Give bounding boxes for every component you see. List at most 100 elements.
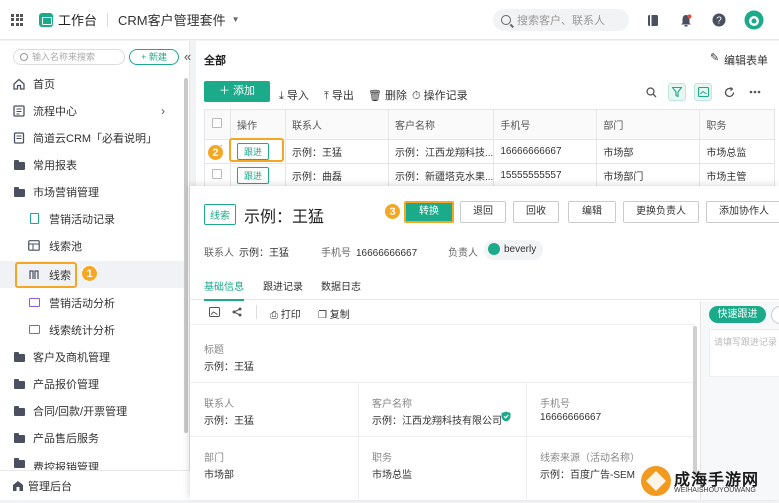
sidebar-item-campaign-records[interactable]: 营销活动记录 [0,205,185,232]
highlight-box [15,262,77,288]
follow-cell: 跟进 [230,163,286,188]
sidebar-item-campaign-analysis[interactable]: 营销活动分析 [0,289,185,316]
edit-button[interactable]: 编辑 [568,201,616,223]
tab-basic-info[interactable]: 基础信息 [204,278,244,301]
sidebar-item-lead-stats[interactable]: 线索统计分析 [0,316,185,343]
folder-icon [13,457,25,469]
sidebar-item-contracts[interactable]: 合同/回款/开票管理 [0,397,185,424]
add-collaborator-button[interactable]: 添加协作人 [706,201,779,223]
quick-follow-button[interactable]: 快速跟进 [709,306,766,323]
sidebar-item-home[interactable]: 首页 [0,70,185,97]
sidebar-item-reports[interactable]: 常用报表 [0,151,185,178]
column-header[interactable]: 客户名称 [387,109,495,140]
chevron-down-icon[interactable]: ▼ [232,15,240,24]
detail-scrollbar[interactable] [693,326,697,476]
app-name[interactable]: CRM客户管理套件 [118,10,226,29]
recycle-button[interactable]: 回收 [513,201,559,223]
meta-label: 联系人 [204,248,234,259]
more-icon[interactable] [746,83,764,101]
workspace-title[interactable]: 工作台 [58,10,97,29]
search-icon[interactable] [642,83,660,101]
column-header[interactable]: 联系人 [285,109,389,140]
divider [256,305,257,319]
sidebar-item-label: 线索统计分析 [49,324,115,337]
new-button[interactable]: + 新建 [129,49,179,65]
select-all-checkbox[interactable] [204,109,231,140]
add-button[interactable]: ＋ 添加 [204,81,270,102]
breadcrumb: 全部 [204,55,226,67]
change-owner-button[interactable]: 更换负责人 [623,201,699,223]
bell-icon[interactable] [678,12,694,28]
global-search-input[interactable]: 搜索客户、联系人 [493,9,629,31]
follow-note-input[interactable]: 请填写跟进记录 [709,329,779,377]
apps-grid-icon[interactable] [11,13,23,26]
record-title: 示例：王猛 [244,209,325,226]
edit-form-button[interactable]: 编辑表单 [724,52,768,68]
sidebar-item-process-center[interactable]: 流程中心 › [0,97,185,124]
folder-icon [13,159,25,171]
sidebar-item-expense[interactable]: 费控报销管理 [0,454,185,470]
filter-icon[interactable] [668,83,686,101]
meta-value: 示例：王猛 [239,248,289,259]
avatar [488,243,500,256]
column-header[interactable]: 手机号 [493,109,598,140]
refresh-icon[interactable] [720,83,738,101]
sidebar-item-after-sales[interactable]: 产品售后服务 [0,424,185,451]
customer-cell: 示例：江西龙翔科技... [387,139,495,164]
field-label: 联系人 [204,399,234,410]
admin-link[interactable]: 管理后台 [28,478,72,494]
column-header[interactable]: 部门 [596,109,701,140]
field-label: 部门 [204,453,224,464]
follow-button[interactable]: 跟进 [237,167,270,184]
sidebar-item-lead-pool[interactable]: 线索池 [0,232,185,259]
home-icon [13,78,25,90]
view-icon[interactable] [694,83,712,101]
sidebar-item-customers[interactable]: 客户及商机管理 [0,343,185,370]
divider [526,383,527,436]
delete-button[interactable]: 🗑 删除 [368,87,407,103]
field-value: 示例：江西龙翔科技有限公司 [372,416,502,427]
copy-button[interactable]: ❐ 复制 [318,306,350,321]
column-header[interactable]: 职务 [699,109,775,140]
step-badge: 3 [384,203,401,220]
sidebar-item-marketing[interactable]: 市场营销管理 [0,178,185,205]
sidebar-item-label: 客户及商机管理 [33,351,110,364]
help-icon[interactable]: ? [711,12,727,28]
collapse-sidebar-icon[interactable]: « [184,49,191,64]
phone-cell: 16666666667 [493,139,598,164]
image-icon[interactable] [209,307,220,320]
notebook-icon[interactable] [645,12,661,28]
more-options-button[interactable] [771,306,779,324]
convert-button[interactable]: 转换 [404,201,454,223]
copy-label: 复制 [329,310,350,321]
op-log-button[interactable]: ⏱ 操作记录 [412,87,468,103]
svg-text:?: ? [716,16,722,27]
table-row[interactable]: 跟进 示例：王猛 示例：江西龙翔科技... 16666666667 市场部 市场… [204,139,775,164]
tab-data-log[interactable]: 数据日志 [321,278,361,293]
owner-chip[interactable]: beverly [484,240,544,260]
user-avatar[interactable] [744,10,764,30]
row-checkbox[interactable] [204,163,231,188]
admin-icon[interactable] [12,480,24,495]
sidebar-search-input[interactable]: 输入名称来搜索 [13,49,125,65]
edit-icon[interactable]: ✎ [710,51,719,64]
sidebar-item-quotes[interactable]: 产品报价管理 [0,370,185,397]
column-header[interactable]: 操作 [230,109,286,140]
sidebar-item-guide[interactable]: 简道云CRM「必看说明」 [0,124,185,151]
table-row[interactable]: 跟进 示例：曲磊 示例：新疆塔克水果... 15555555557 市场部门 市… [204,163,775,188]
field-label: 职务 [372,453,392,464]
field-value: 16666666667 [540,412,602,423]
import-button[interactable]: ⤓ 导入 [279,87,309,103]
export-button[interactable]: ⤒ 导出 [324,87,354,103]
data-table: 操作 联系人 客户名称 手机号 部门 职务 跟进 示例：王猛 示例：江西龙翔科技… [204,109,775,188]
owner-name: beverly [504,244,537,255]
folder-icon [13,378,25,390]
dept-cell: 市场部 [596,139,701,164]
detail-toolbar: ⎙ 打印 ❐ 复制 [190,301,695,325]
tab-follow-records[interactable]: 跟进记录 [263,278,303,293]
return-button[interactable]: 退回 [460,201,506,223]
share-icon[interactable] [232,307,242,320]
lead-detail-drawer: 线索 示例：王猛 3 转换 退回 回收 编辑 更换负责人 添加协作人 联系人 示例… [190,186,779,500]
print-button[interactable]: ⎙ 打印 [270,306,301,321]
sidebar-item-label: 产品售后服务 [33,432,99,445]
